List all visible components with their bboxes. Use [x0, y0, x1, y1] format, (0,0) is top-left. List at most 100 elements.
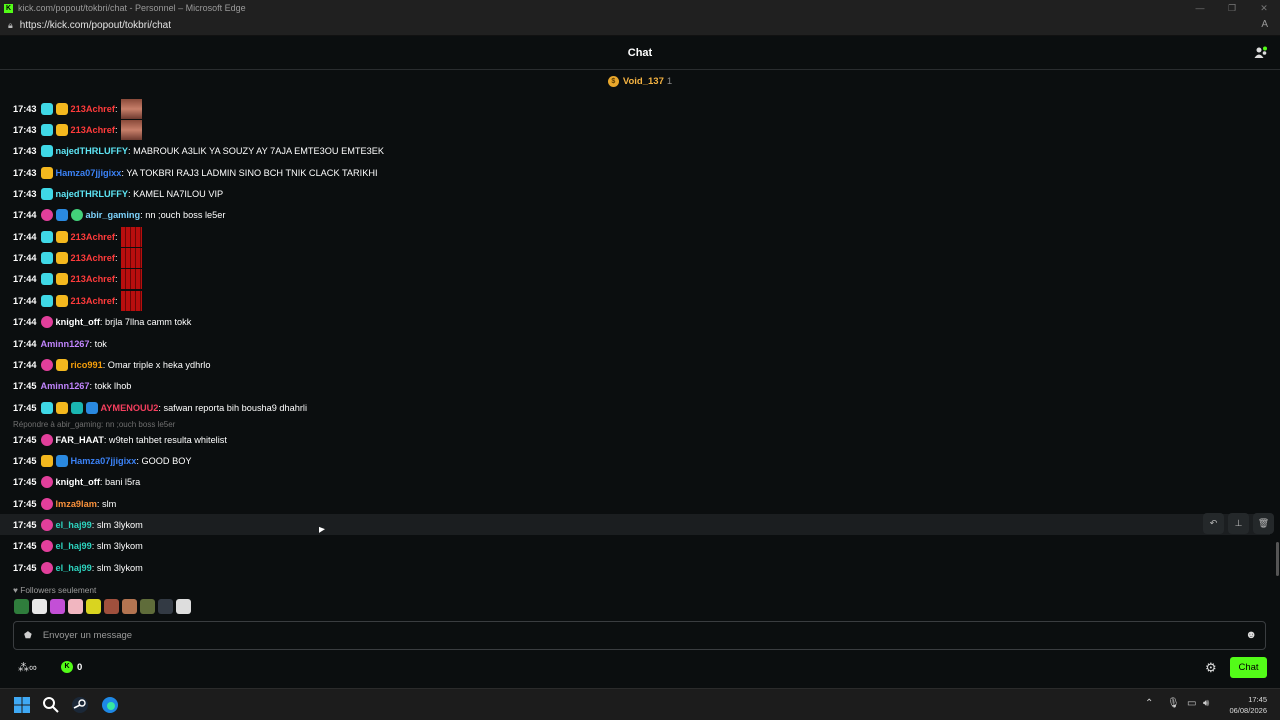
message-username[interactable]: 213Achref — [71, 296, 115, 306]
chat-message[interactable]: 17:45 lmza9lam: slm — [0, 493, 1270, 514]
pink-badge-icon[interactable] — [40, 518, 53, 531]
subscriber-badge-icon[interactable] — [40, 102, 53, 115]
chat-message[interactable]: 17:44 Aminn1267: tok — [0, 333, 1270, 354]
verified-badge-icon[interactable] — [70, 208, 83, 221]
crown-badge-icon[interactable] — [55, 251, 68, 264]
emote-2[interactable] — [32, 599, 47, 614]
message-username[interactable]: Hamza07jjigixx — [71, 456, 137, 466]
close-icon[interactable]: ✕ — [1248, 0, 1280, 16]
chat-message[interactable]: 17:44 rico991: Omar triple x heka ydhrlo — [0, 354, 1270, 375]
message-username[interactable]: Aminn1267 — [41, 381, 90, 391]
message-username[interactable]: 213Achref — [71, 274, 115, 284]
emote-image[interactable] — [120, 119, 142, 140]
message-username[interactable]: FAR_HAAT — [56, 435, 104, 445]
subscriber-badge-icon[interactable] — [40, 187, 53, 200]
subscriber-badge-icon[interactable] — [40, 251, 53, 264]
kick-coin-icon[interactable]: K — [61, 661, 73, 673]
emote-image[interactable] — [120, 268, 142, 289]
subscriber-badge-icon[interactable] — [40, 144, 53, 157]
emote-8[interactable] — [140, 599, 155, 614]
tray-chevron-icon[interactable]: ⌃ — [1145, 698, 1153, 709]
emote-image[interactable] — [120, 226, 142, 247]
reply-icon[interactable]: ↶ — [1203, 513, 1224, 534]
minimize-icon[interactable]: — — [1184, 0, 1216, 16]
chat-message[interactable]: 17:44 213Achref: — [0, 247, 1270, 268]
crown-badge-icon[interactable] — [55, 272, 68, 285]
message-username[interactable]: lmza9lam — [56, 499, 97, 509]
system-clock[interactable]: 17:45 06/08/2026 — [1229, 694, 1267, 716]
chat-message[interactable]: 17:44 213Achref: — [0, 226, 1270, 247]
subscriber-badge-icon[interactable] — [40, 272, 53, 285]
chat-message[interactable]: 17:45 knight_off: bani l5ra — [0, 471, 1270, 492]
emote-3[interactable] — [50, 599, 65, 614]
subscriber-badge-icon[interactable] — [40, 294, 53, 307]
message-username[interactable]: knight_off — [56, 477, 100, 487]
shield-icon[interactable]: ⬟ — [24, 630, 32, 641]
chat-message[interactable]: 17:45 Hamza07jjigixx: GOOD BOY — [0, 450, 1270, 471]
chat-message[interactable]: 17:44 213Achref: — [0, 290, 1270, 311]
crown-badge-icon[interactable] — [55, 294, 68, 307]
subscriber-badge-icon[interactable] — [40, 401, 53, 414]
crown-badge-icon[interactable] — [55, 102, 68, 115]
emote-6[interactable] — [104, 599, 119, 614]
network-icon[interactable]: ▭ — [1187, 698, 1196, 709]
emote-1[interactable] — [14, 599, 29, 614]
emote-image[interactable] — [120, 290, 142, 311]
volume-icon[interactable]: 🔊︎ — [1203, 698, 1209, 709]
chat-message[interactable]: 17:45 AYMENOUU2: safwan reporta bih boush… — [0, 397, 1270, 418]
chat-message[interactable]: 17:44 213Achref: — [0, 268, 1270, 289]
message-input-placeholder[interactable]: Envoyer un message — [43, 630, 132, 641]
crown-badge-icon[interactable] — [55, 401, 68, 414]
sword-badge-icon[interactable] — [55, 208, 68, 221]
crown-badge-icon[interactable] — [55, 123, 68, 136]
users-icon[interactable] — [1254, 46, 1268, 60]
chat-message[interactable]: 17:45 el_haj99: slm 3lykom — [0, 535, 1270, 556]
top-gifter[interactable]: $ Void_137 1 — [0, 71, 1280, 91]
message-username[interactable]: 213Achref — [71, 232, 115, 242]
edge-browser-icon[interactable] — [101, 696, 119, 714]
reply-preview[interactable]: Répondre à abir_gaming: nn ;ouch boss le… — [13, 420, 175, 429]
teal-badge-icon[interactable] — [70, 401, 83, 414]
message-username[interactable]: AYMENOUU2 — [101, 403, 159, 413]
scrollbar[interactable] — [1276, 542, 1279, 576]
emote-5[interactable] — [86, 599, 101, 614]
crown-badge-icon[interactable] — [55, 358, 68, 371]
crown-badge-icon[interactable] — [40, 166, 53, 179]
crown-badge-icon[interactable] — [55, 230, 68, 243]
emote-7[interactable] — [122, 599, 137, 614]
chat-message[interactable]: 17:44 knight_off: brjla 7llna camm tokk — [0, 311, 1270, 332]
chat-message[interactable]: 17:43 Hamza07jjigixx: YA TOKBRI RAJ3 LADM… — [0, 162, 1270, 183]
message-username[interactable]: 213Achref — [71, 125, 115, 135]
pink-badge-icon[interactable] — [40, 433, 53, 446]
windows-start-icon[interactable] — [13, 696, 31, 714]
pink-badge-icon[interactable] — [40, 358, 53, 371]
message-username[interactable]: najedTHRLUFFY — [56, 189, 128, 199]
message-username[interactable]: abir_gaming — [86, 210, 141, 220]
pink-badge-icon[interactable] — [40, 539, 53, 552]
message-input[interactable]: ⬟ Envoyer un message ☻ — [13, 621, 1266, 650]
emote-image[interactable] — [120, 98, 142, 119]
chat-message[interactable]: 17:45 el_haj99: slm 3lykom — [0, 514, 1270, 535]
pin-icon[interactable]: ⊥ — [1228, 513, 1249, 534]
send-chat-button[interactable]: Chat — [1230, 657, 1267, 678]
steam-icon[interactable] — [71, 696, 89, 714]
sword-badge-icon[interactable] — [55, 454, 68, 467]
chat-message[interactable]: 17:43 213Achref: — [0, 98, 1270, 119]
delete-icon[interactable]: 🗑︎ — [1253, 513, 1274, 534]
message-username[interactable]: Hamza07jjigixx — [56, 168, 122, 178]
lock-icon[interactable]: 🔒︎ — [8, 20, 13, 31]
points-infinity-icon[interactable]: ⁂∞ — [18, 661, 37, 674]
search-icon[interactable] — [42, 696, 60, 714]
message-username[interactable]: el_haj99 — [56, 563, 92, 573]
pink-badge-icon[interactable] — [40, 561, 53, 574]
emote-image[interactable] — [120, 247, 142, 268]
subscriber-badge-icon[interactable] — [40, 123, 53, 136]
emote-9[interactable] — [158, 599, 173, 614]
read-aloud-icon[interactable]: A — [1261, 19, 1268, 30]
pink-badge-icon[interactable] — [40, 315, 53, 328]
emoji-icon[interactable]: ☻ — [1245, 629, 1257, 641]
chat-message[interactable]: 17:43 najedTHRLUFFY: MABROUK A3LIK YA SOU… — [0, 140, 1270, 161]
message-username[interactable]: rico991 — [71, 360, 103, 370]
address-bar[interactable]: 🔒︎ https://kick.com/popout/tokbri/chat A — [0, 16, 1280, 36]
sword-badge-icon[interactable] — [85, 401, 98, 414]
